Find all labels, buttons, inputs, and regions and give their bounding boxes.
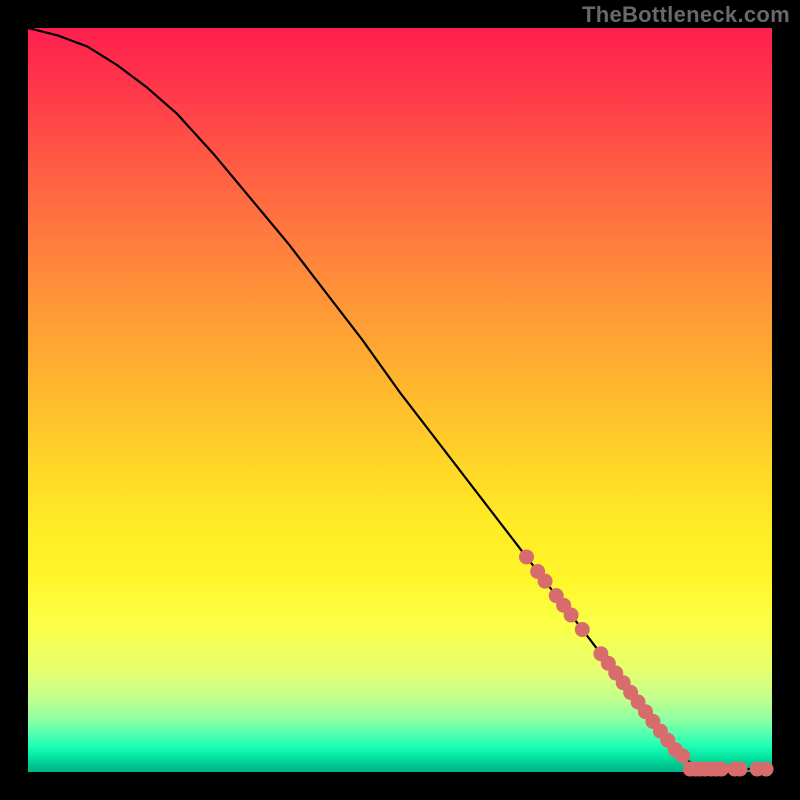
- chart-frame: TheBottleneck.com: [0, 0, 800, 800]
- data-point: [675, 749, 690, 764]
- data-point: [538, 574, 553, 589]
- data-point: [714, 762, 729, 777]
- plot-area: [28, 28, 772, 772]
- data-point: [759, 762, 774, 777]
- data-point: [519, 549, 534, 564]
- data-point: [564, 608, 579, 623]
- curve-svg: [28, 28, 772, 772]
- watermark-text: TheBottleneck.com: [582, 2, 790, 28]
- data-points: [519, 549, 774, 776]
- data-point: [733, 762, 748, 777]
- data-point: [575, 622, 590, 637]
- main-curve: [28, 28, 772, 769]
